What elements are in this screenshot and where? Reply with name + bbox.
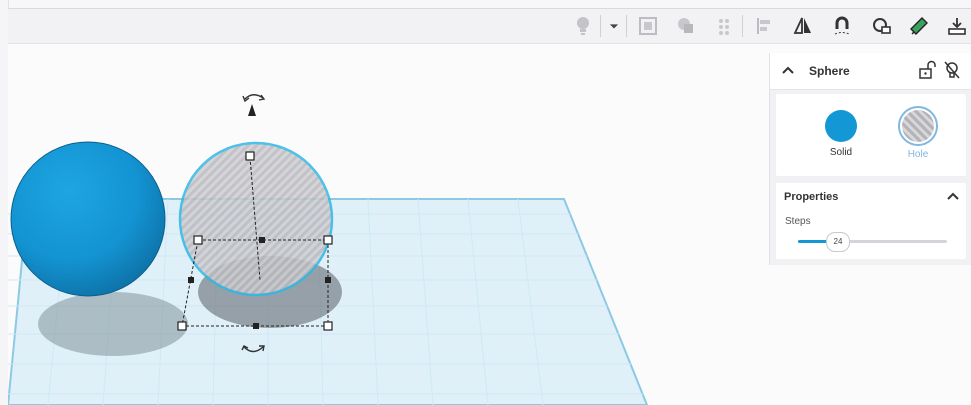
collapse-chevron-icon[interactable]: [780, 63, 796, 79]
hole-option[interactable]: Hole: [888, 106, 948, 166]
top-strip: [0, 0, 971, 9]
hole-swatch[interactable]: [902, 110, 934, 142]
properties-collapse-icon[interactable]: [946, 190, 960, 204]
inspector-title: Sphere: [809, 64, 850, 78]
solid-option[interactable]: Solid: [811, 110, 871, 166]
steps-slider[interactable]: 24: [798, 232, 947, 252]
export-icon[interactable]: [943, 12, 971, 40]
inspector-header: Sphere: [770, 53, 971, 90]
shape-inspector-panel: Sphere Solid Hole Properties Steps 24: [769, 53, 971, 265]
toolbar: [8, 9, 971, 44]
solid-swatch[interactable]: [825, 110, 857, 142]
hole-label: Hole: [907, 149, 929, 160]
solid-sphere[interactable]: [10, 141, 166, 297]
steps-slider-knob[interactable]: 24: [826, 232, 850, 252]
rotate-handle-top-icon[interactable]: [242, 94, 266, 116]
properties-title: Properties: [784, 191, 839, 203]
dropdown-arrow-icon[interactable]: [605, 12, 623, 40]
solid-label: Solid: [829, 147, 853, 158]
magnet-icon[interactable]: [828, 12, 856, 40]
material-selector: Solid Hole: [776, 94, 966, 176]
hide-bulb-icon[interactable]: [942, 60, 962, 80]
sphere-shadow: [38, 292, 188, 356]
group-icon[interactable]: [634, 12, 662, 40]
hole-sphere[interactable]: [178, 141, 334, 297]
distribute-icon[interactable]: [750, 12, 778, 40]
mirror-icon[interactable]: [789, 12, 817, 40]
unlock-icon[interactable]: [917, 60, 937, 80]
ruler-icon[interactable]: [905, 12, 933, 40]
steps-label: Steps: [785, 216, 811, 227]
lightbulb-icon[interactable]: [569, 12, 597, 40]
properties-section: Properties Steps 24: [776, 183, 966, 259]
workplane-icon[interactable]: [867, 12, 895, 40]
ungroup-icon[interactable]: [672, 12, 700, 40]
align-icon[interactable]: [710, 12, 738, 40]
hole-selected-ring[interactable]: [898, 106, 938, 146]
